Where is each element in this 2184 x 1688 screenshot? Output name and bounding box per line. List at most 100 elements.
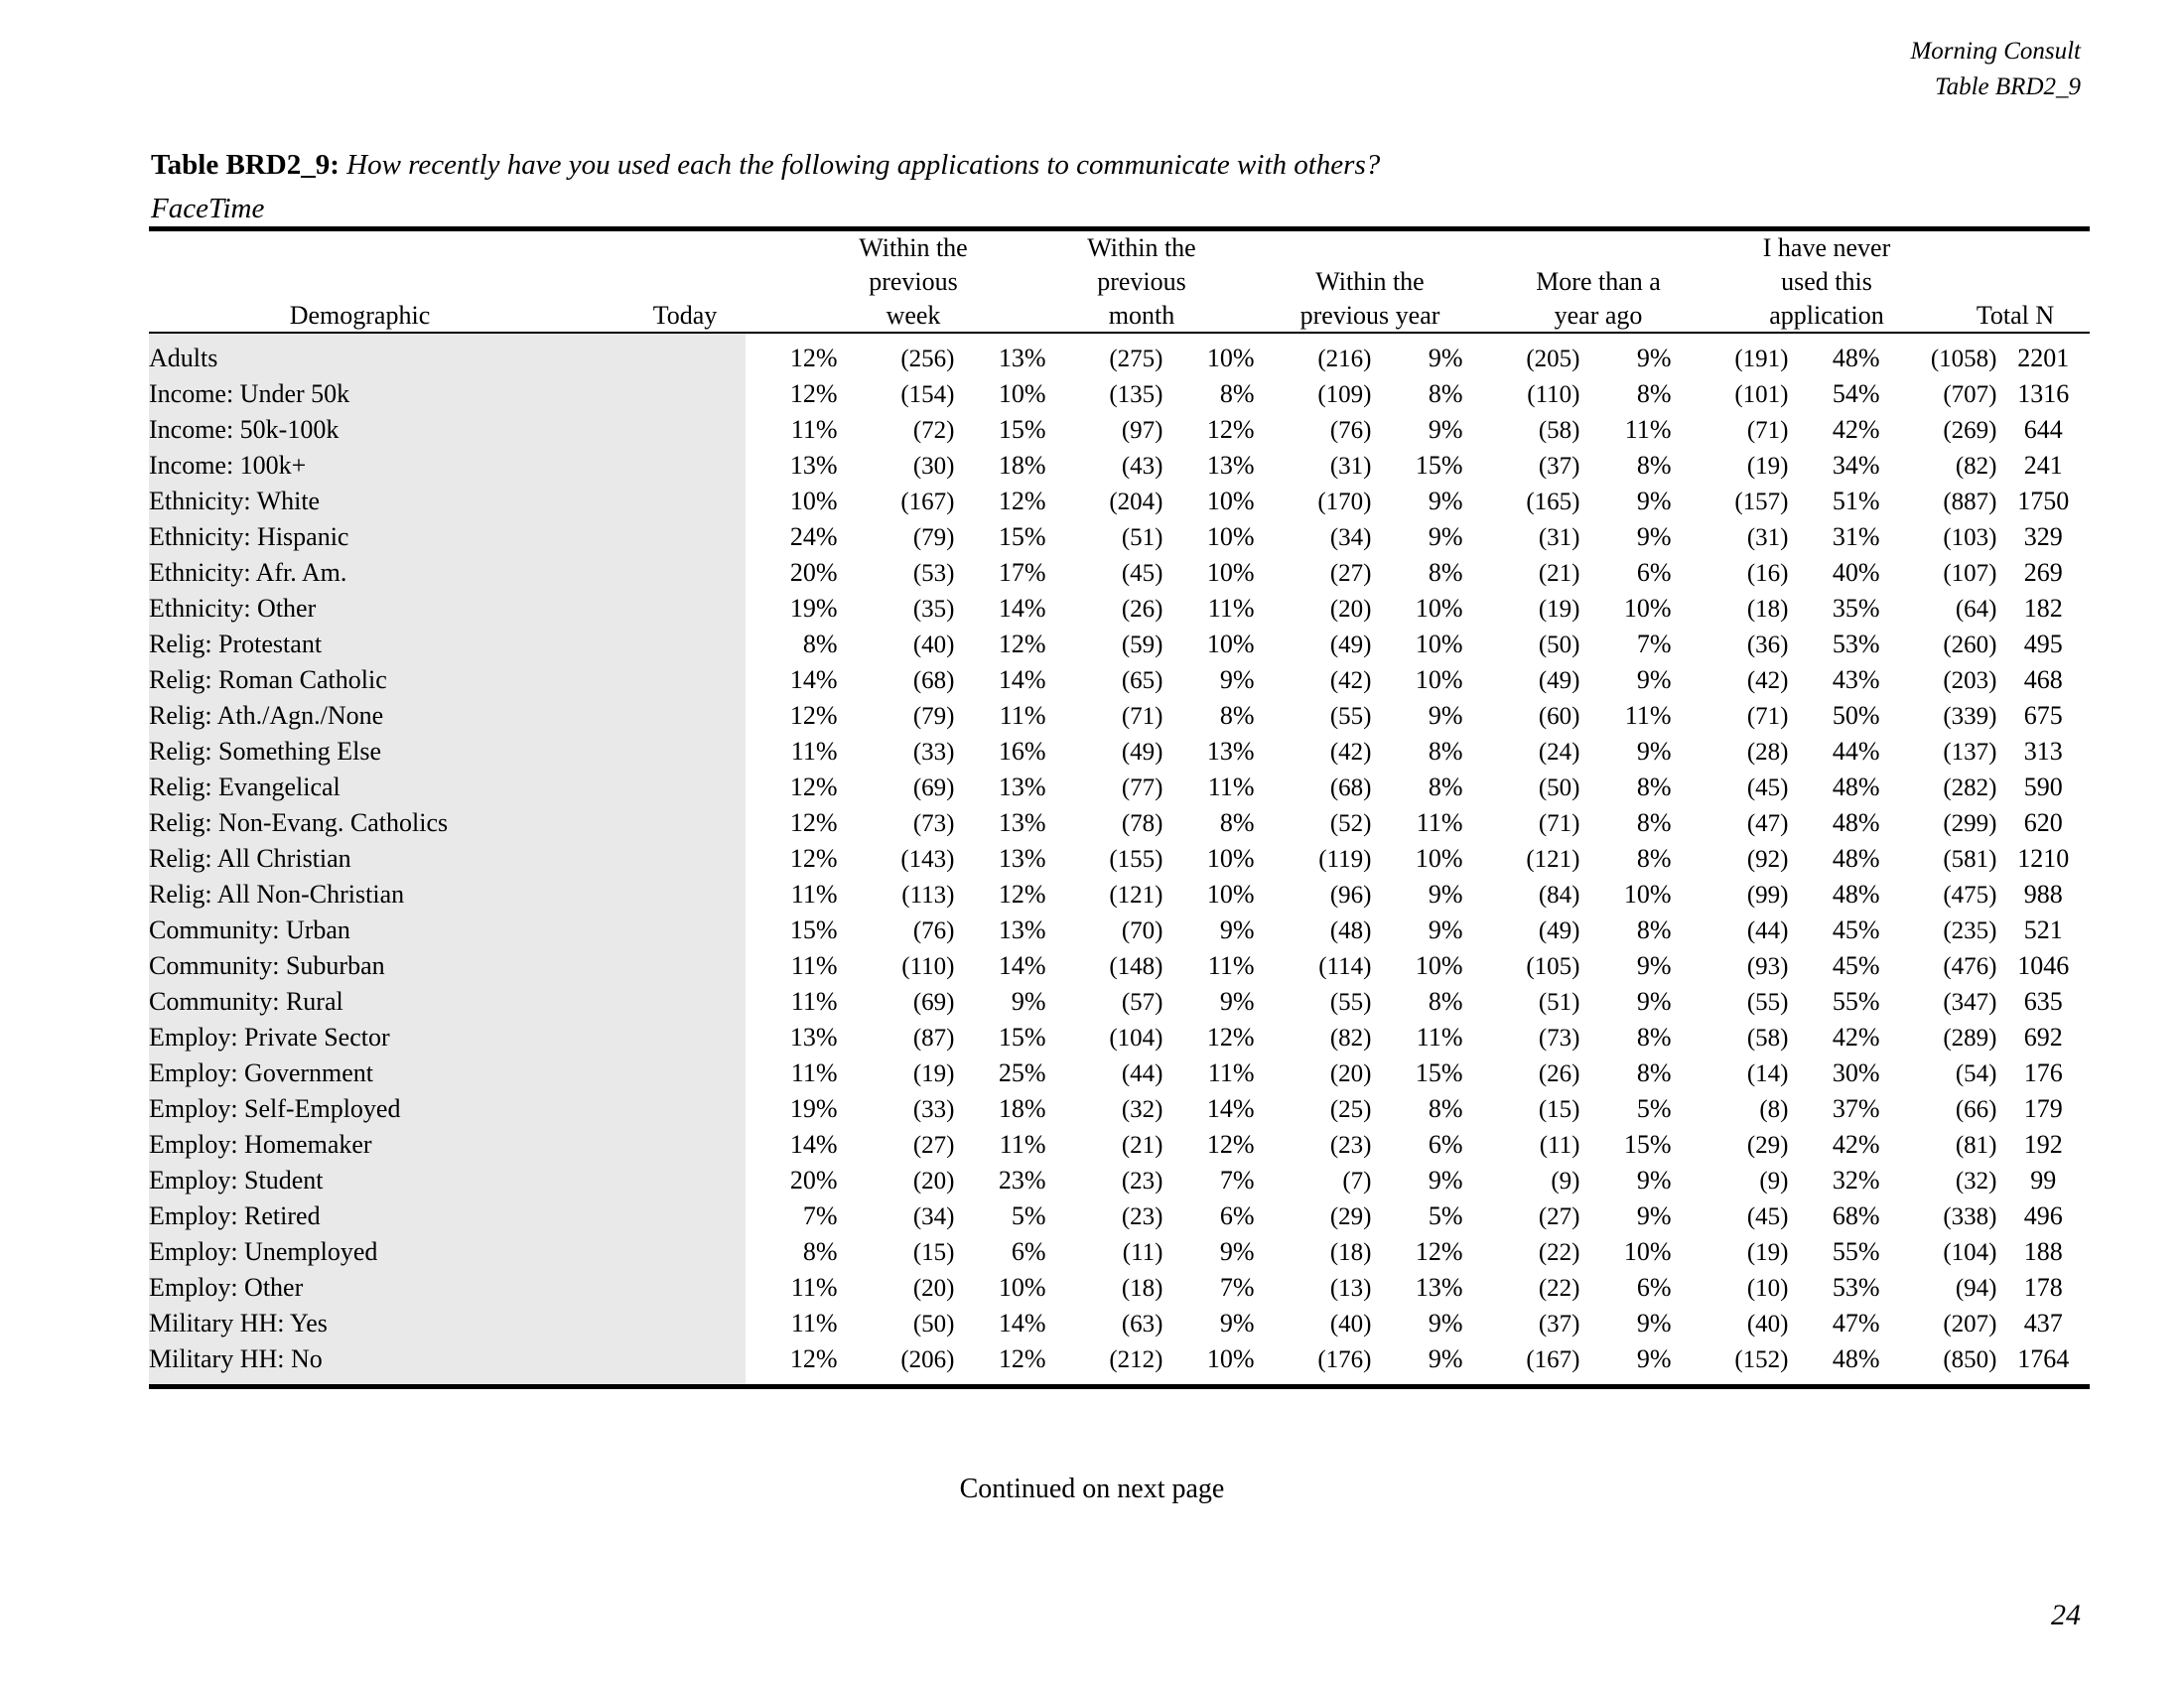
cell-shade-spacer [686,376,747,413]
cell-year-n: (73) [1538,1024,1580,1052]
cell-month-n: (40) [1329,1310,1372,1337]
cell-total-n: 1046 [2017,951,2070,981]
cell-never-pct: 48% [1832,1344,1880,1374]
cell-never-n: (207) [1943,1310,1997,1337]
cell-month-pct: 14% [1206,1094,1255,1124]
cell-week-n: (65) [1121,666,1163,694]
column-header-within-previous-month: Within the previous month [1087,233,1196,330]
column-header-demographic: Demographic [289,300,431,330]
cell-week-pct: 9% [1011,987,1046,1017]
cell-more-pct: 9% [1636,522,1672,552]
cell-week-n: (135) [1109,380,1163,408]
column-header-today: Today [652,300,718,330]
results-table-container: Demographic Today Within the previous we… [149,226,2090,1390]
table-row: Employ: Retired 7% (34) 5% (23) 6% (29) 5% (27) 9… [149,1198,2090,1235]
cell-more-n: (10) [1746,1274,1789,1302]
cell-week-n: (51) [1121,523,1163,551]
table-row: Employ: Private Sector 13% (87) 15% (104) 12%… [149,1020,2090,1056]
cell-week-n: (121) [1109,881,1163,909]
cell-year-pct: 10% [1415,594,1463,624]
cell-year-pct: 6% [1428,1130,1463,1160]
cell-never-n: (81) [1955,1131,1997,1159]
cell-year-n: (84) [1538,881,1580,909]
cell-year-n: (19) [1538,595,1580,623]
cell-month-pct: 11% [1207,1058,1255,1088]
cell-year-pct: 8% [1428,379,1463,409]
cell-month-pct: 13% [1206,737,1255,767]
cell-year-pct: 8% [1428,737,1463,767]
cell-year-pct: 9% [1428,1344,1463,1374]
cell-year-pct: 9% [1428,487,1463,516]
cell-year-n: (11) [1539,1131,1580,1159]
cell-more-pct: 9% [1636,344,1672,373]
cell-never-n: (32) [1955,1167,1997,1195]
table-header-row: Demographic Today Within the previous we… [149,231,2090,332]
cell-total-n: 99 [2030,1166,2057,1196]
running-head-table-id: Table BRD2_9 [1935,72,2081,100]
cell-today-n: (69) [912,774,955,801]
results-table: Demographic Today Within the previous we… [149,231,2090,332]
table-row: Military HH: No 12% (206) 12% (212) 10% (176) 9… [149,1341,2090,1385]
table-row: Income: Under 50k 12% (154) 10% (135) 8% (109)… [149,376,2090,413]
cell-never-n: (339) [1943,702,1997,730]
cell-today-pct: 11% [790,880,838,910]
cell-total-n: 179 [2023,1094,2063,1124]
cell-shade-spacer [686,877,747,914]
cell-year-pct: 11% [1416,1023,1463,1053]
cell-month-pct: 11% [1207,594,1255,624]
cell-more-n: (8) [1759,1095,1789,1123]
cell-more-n: (9) [1759,1167,1789,1195]
cell-more-pct: 9% [1636,1166,1672,1196]
cell-week-n: (148) [1109,952,1163,980]
cell-more-n: (58) [1746,1024,1789,1052]
cell-never-n: (66) [1955,1095,1997,1123]
cell-more-pct: 8% [1636,379,1672,409]
cell-more-n: (16) [1746,559,1789,587]
cell-never-n: (260) [1943,631,1997,658]
cell-year-n: (50) [1538,774,1580,801]
results-table-body-wrapper: Adults 12% (256) 13% (275) 10% (216) 9% (205) 9% (… [149,334,2090,1385]
cell-month-n: (170) [1317,488,1372,515]
cell-shade-spacer [686,734,747,771]
cell-month-n: (55) [1329,702,1372,730]
cell-more-pct: 8% [1636,1058,1672,1088]
cell-month-n: (109) [1317,380,1372,408]
cell-week-n: (45) [1121,559,1163,587]
cell-week-n: (32) [1121,1095,1163,1123]
table-row: Income: 100k+ 13% (30) 18% (43) 13% (31) 15% (37… [149,448,2090,485]
cell-today-n: (33) [912,1095,955,1123]
cell-total-n: 1750 [2017,487,2070,516]
cell-total-n: 2201 [2017,344,2070,373]
cell-demographic: Employ: Retired [149,1198,687,1235]
cell-month-pct: 7% [1219,1273,1255,1303]
table-row: Community: Rural 11% (69) 9% (57) 9% (55) 8% (51… [149,984,2090,1021]
cell-today-n: (143) [900,845,955,873]
cell-year-n: (37) [1538,1310,1580,1337]
cell-shade-spacer [686,591,747,628]
cell-more-n: (19) [1746,452,1789,480]
cell-today-pct: 11% [790,415,838,445]
cell-total-n: 1764 [2017,1344,2070,1374]
cell-today-pct: 7% [802,1201,838,1231]
cell-week-pct: 14% [998,1309,1046,1338]
cell-today-n: (50) [912,1310,955,1337]
cell-more-pct: 11% [1624,415,1672,445]
cell-demographic: Ethnicity: White [149,484,687,520]
cell-shade-spacer [686,1055,747,1092]
cell-month-n: (27) [1329,559,1372,587]
cell-more-n: (93) [1746,952,1789,980]
cell-more-pct: 9% [1636,987,1672,1017]
cell-more-n: (101) [1734,380,1789,408]
cell-more-n: (14) [1746,1059,1789,1087]
cell-never-n: (137) [1943,738,1997,766]
cell-month-n: (176) [1317,1345,1372,1373]
table-row: Relig: Evangelical 12% (69) 13% (77) 11% (68) 8… [149,770,2090,806]
table-row: Ethnicity: Afr. Am. 20% (53) 17% (45) 10% (27)… [149,555,2090,592]
cell-month-n: (20) [1329,595,1372,623]
cell-never-pct: 48% [1832,880,1880,910]
cell-never-n: (1058) [1930,345,1997,372]
cell-shade-spacer [686,484,747,520]
page-number: 24 [2051,1599,2081,1631]
cell-shade-spacer [686,1341,747,1385]
cell-week-pct: 11% [999,701,1046,731]
